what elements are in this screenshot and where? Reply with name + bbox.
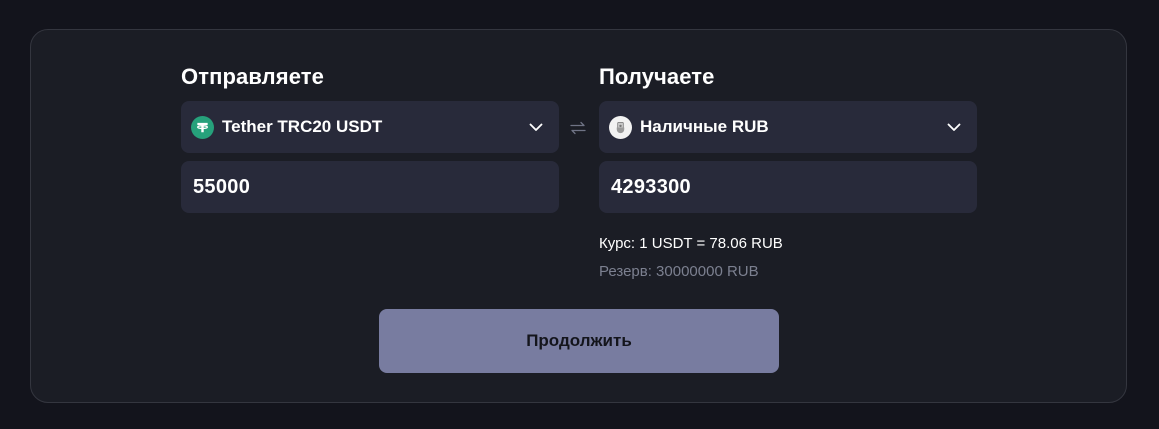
receive-column: Получаете Наличные RUB	[599, 63, 977, 213]
reserve-text: Резерв: 30000000 RUB	[599, 263, 759, 280]
cash-icon	[609, 115, 632, 139]
exchange-rate-text: Курс: 1 USDT = 78.06 RUB	[599, 235, 783, 252]
send-currency-label: Tether TRC20 USDT	[222, 117, 383, 136]
chevron-down-icon	[945, 118, 963, 136]
tether-icon	[191, 115, 214, 139]
continue-button[interactable]: Продолжить	[379, 309, 779, 373]
send-title: Отправляете	[181, 64, 324, 89]
exchange-form-card: Отправляете Tether TRC20 USDT Получаете	[30, 29, 1127, 403]
receive-currency-label: Наличные RUB	[640, 117, 769, 136]
receive-amount-input[interactable]	[599, 161, 977, 213]
chevron-down-icon	[527, 118, 545, 136]
swap-icon[interactable]	[567, 117, 589, 139]
send-column: Отправляете Tether TRC20 USDT	[181, 63, 559, 213]
send-currency-select[interactable]: Tether TRC20 USDT	[181, 101, 559, 153]
send-amount-input[interactable]	[181, 161, 559, 213]
receive-title: Получаете	[599, 64, 715, 89]
receive-currency-select[interactable]: Наличные RUB	[599, 101, 977, 153]
